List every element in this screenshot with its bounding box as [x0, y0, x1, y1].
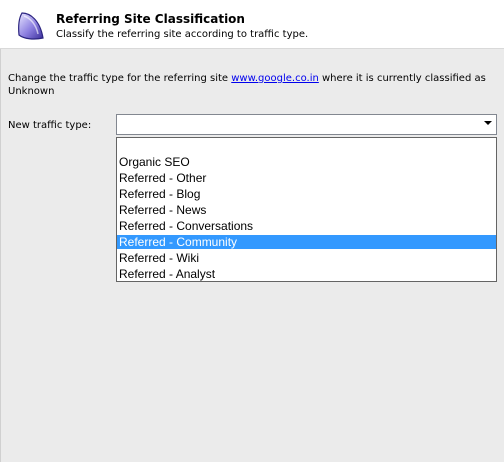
option-referred-other[interactable]: Referred - Other	[117, 171, 496, 185]
option-referred-wiki[interactable]: Referred - Wiki	[117, 251, 496, 265]
shield-icon	[18, 12, 44, 40]
option-referred-analyst[interactable]: Referred - Analyst	[117, 267, 496, 281]
traffic-type-label: New traffic type:	[8, 120, 92, 131]
traffic-type-select[interactable]	[116, 114, 497, 135]
description-text: Change the traffic type for the referrin…	[8, 72, 496, 98]
description-prefix: Change the traffic type for the referrin…	[8, 73, 232, 84]
option-organic-seo[interactable]: Organic SEO	[117, 155, 496, 169]
dialog-left-border	[0, 49, 1, 462]
referring-site-dialog: Referring Site Classification Classify t…	[0, 0, 504, 462]
option-referred-community[interactable]: Referred - Community	[117, 235, 496, 249]
dialog-subtitle: Classify the referring site according to…	[56, 29, 309, 40]
option-referred-news[interactable]: Referred - News	[117, 203, 496, 217]
traffic-type-options[interactable]: Organic SEO Referred - Other Referred - …	[116, 137, 497, 282]
dialog-title: Referring Site Classification	[56, 12, 245, 26]
chevron-down-icon[interactable]	[484, 121, 492, 125]
option-referred-blog[interactable]: Referred - Blog	[117, 187, 496, 201]
option-blank[interactable]	[117, 139, 496, 153]
dialog-header: Referring Site Classification Classify t…	[0, 0, 504, 49]
referring-site-link[interactable]: www.google.co.in	[231, 73, 319, 84]
option-referred-conversations[interactable]: Referred - Conversations	[117, 219, 496, 233]
